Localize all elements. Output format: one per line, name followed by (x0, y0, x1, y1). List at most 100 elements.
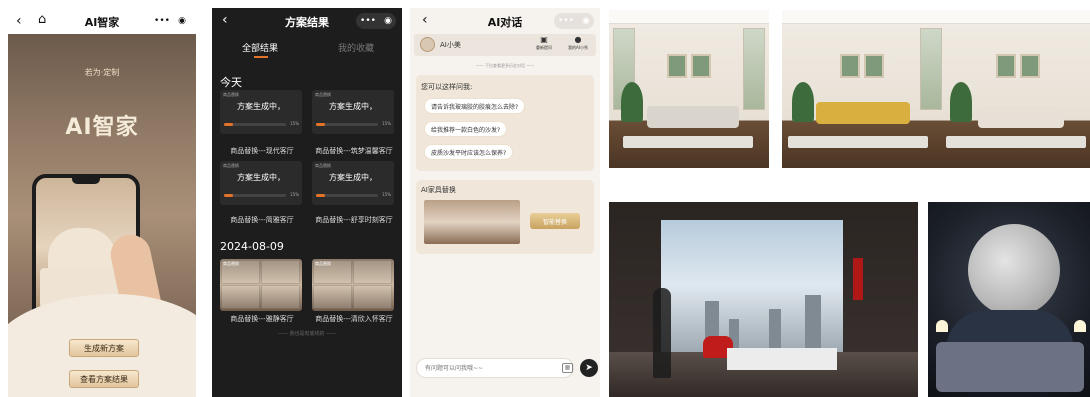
date-header-today: 今天 (220, 76, 242, 89)
tab-favorites[interactable]: 我的收藏 (338, 41, 374, 54)
wall-art (691, 54, 711, 78)
red-wall-art (853, 258, 863, 300)
mini-program-capsule[interactable]: ••• ◉ (554, 13, 594, 29)
yellow-sofa (816, 102, 910, 124)
bedside-lamp (1074, 320, 1086, 332)
wall-art (864, 54, 884, 78)
image-icon[interactable]: ▦ (562, 363, 573, 373)
progress-bar (316, 194, 378, 197)
target-icon[interactable]: ◉ (384, 16, 392, 26)
mini-program-capsule[interactable]: ••• ◉ (150, 13, 190, 29)
card-status: 方案生成中， (329, 173, 377, 182)
send-icon[interactable]: ➤ (580, 359, 598, 377)
plant (950, 82, 972, 122)
results-screen: ‹ 方案结果 ••• ◉ 全部结果 我的收藏 今天 商品替换 方案生成中， 15… (212, 8, 402, 397)
building (805, 295, 821, 349)
person-silhouette (653, 288, 671, 378)
bedside-lamp (936, 320, 948, 332)
more-icon[interactable]: ••• (558, 16, 574, 26)
reask-button[interactable]: ▣ 重新提问 (526, 36, 562, 52)
hero-banner: 若为·定制 AI智家 (8, 34, 196, 354)
suggested-question[interactable]: 皮质沙发平时应该怎么保养? (424, 144, 514, 160)
my-ai-button[interactable]: ● 我的AI小秀 (560, 36, 596, 52)
plant (792, 82, 814, 122)
chat-input-bar: ▦ (416, 358, 574, 378)
result-thumbnail[interactable]: 商品替换 (312, 259, 394, 311)
more-icon[interactable]: ••• (154, 16, 170, 26)
wall-art (996, 54, 1016, 78)
progress-fill (316, 194, 326, 197)
card-caption: 商品替换---现代客厅 (230, 147, 294, 155)
my-ai-label: 我的AI小秀 (568, 45, 588, 50)
card-caption: 商品替换---简雅客厅 (230, 216, 294, 224)
city-bedroom-render (609, 202, 918, 397)
agent-bar: AI小美 ▣ 重新提问 ● 我的AI小秀 (414, 34, 596, 56)
card-status: 方案生成中， (329, 102, 377, 111)
result-card[interactable]: 商品替换 方案生成中， 15% (220, 90, 302, 134)
white-sofa (978, 106, 1064, 128)
card-caption: 商品替换---舒享时刻客厅 (315, 216, 393, 224)
suggested-question[interactable]: 给我推荐一款白色的沙发? (424, 121, 508, 137)
thumb-cell (261, 285, 300, 309)
card-caption: 商品替换---清欣入怀客厅 (315, 315, 393, 323)
result-thumbnail[interactable]: 商品替换 (220, 259, 302, 311)
card-caption: 商品替换---筑梦温馨客厅 (315, 147, 393, 155)
brand-logo: 若为·定制 (84, 68, 120, 77)
result-card[interactable]: 商品替换 方案生成中， 15% (220, 161, 302, 205)
card-caption: 商品替换---雅静客厅 (230, 315, 294, 323)
end-of-list: —— 我也是有底线的 —— (277, 331, 337, 337)
nav-bar: ‹ 方案结果 ••• ◉ (212, 8, 402, 34)
smart-replace-button[interactable]: 智能替换 (530, 213, 580, 229)
view-results-button[interactable]: 查看方案结果 (69, 370, 139, 388)
thumb-cell (261, 260, 300, 284)
result-card[interactable]: 商品替换 方案生成中， 15% (312, 90, 394, 134)
progress-bar (316, 123, 378, 126)
suggestion-panel: 您可以这样问我: 请告诉我玻璃胶的胶痕怎么去除? 给我推荐一款白色的沙发? 皮质… (416, 75, 594, 171)
bed (936, 342, 1084, 392)
ai-chat-screen: ‹ AI对话 ••• ◉ AI小美 ▣ 重新提问 ● 我的AI小秀 —— 下拉查… (410, 8, 600, 397)
room-preview-image[interactable] (424, 200, 520, 244)
result-card[interactable]: 商品替换 方案生成中， 15% (312, 161, 394, 205)
living-room-render-1 (609, 10, 769, 168)
active-tab-indicator (254, 56, 268, 58)
building (769, 309, 781, 349)
chat-input[interactable] (425, 362, 545, 375)
progress-percent: 15% (290, 192, 299, 197)
card-tag: 商品替换 (223, 163, 239, 168)
suggested-question[interactable]: 请告诉我玻璃胶的胶痕怎么去除? (424, 98, 526, 114)
card-tag: 商品替换 (223, 92, 239, 97)
rug (623, 136, 753, 148)
card-tag: 商品替换 (315, 163, 331, 168)
ai-icon: ▣ (540, 35, 548, 44)
progress-percent: 15% (290, 121, 299, 126)
progress-bar (224, 194, 286, 197)
plant (621, 82, 643, 122)
more-icon[interactable]: ••• (360, 16, 376, 26)
hero-title: AI智家 (65, 115, 139, 140)
progress-bar (224, 123, 286, 126)
progress-fill (316, 123, 326, 126)
thumb-cell (221, 285, 260, 309)
reask-label: 重新提问 (536, 45, 552, 50)
reply-title: AI家具替换 (421, 186, 456, 194)
new-plan-button[interactable]: 生成新方案 (69, 339, 139, 357)
progress-fill (224, 194, 234, 197)
rug (946, 136, 1086, 148)
progress-percent: 15% (382, 192, 391, 197)
user-icon: ● (574, 35, 582, 44)
target-icon[interactable]: ◉ (582, 16, 590, 26)
screenshot-root: ‹ ⌂ AI智家 ••• ◉ 若为·定制 AI智家 生成新方案 查看方案结果 ‹… (0, 0, 1090, 397)
progress-fill (224, 123, 234, 126)
sofa (647, 106, 739, 128)
wall-art (1020, 54, 1040, 78)
room-ceiling (609, 10, 769, 24)
rug (788, 136, 928, 148)
room-window (743, 28, 765, 110)
target-icon[interactable]: ◉ (178, 16, 186, 26)
nav-bar: ‹ AI对话 ••• ◉ (410, 8, 600, 34)
thumb-cell (353, 260, 392, 284)
agent-name: AI小美 (440, 41, 461, 49)
mini-program-capsule[interactable]: ••• ◉ (356, 13, 396, 29)
tab-all-results[interactable]: 全部结果 (242, 41, 278, 54)
card-tag: 商品替换 (315, 92, 331, 97)
